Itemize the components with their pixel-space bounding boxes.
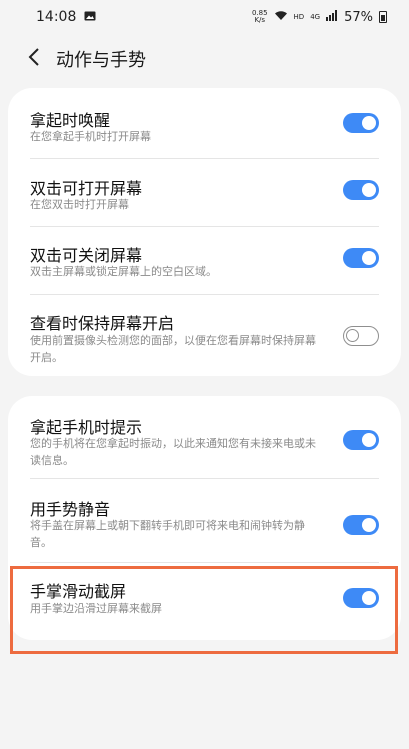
gallery-notification-icon [84, 9, 96, 25]
double-tap-on-toggle[interactable] [343, 180, 379, 200]
back-arrow-icon[interactable] [28, 47, 40, 71]
setting-lift-alert[interactable]: 拿起手机时提示 您的手机将在您拿起时振动，以此来通知您有未接来电或未读信息。 [8, 396, 401, 478]
gesture-mute-toggle[interactable] [343, 515, 379, 535]
keep-screen-on-toggle[interactable] [343, 326, 379, 346]
setting-desc: 在您拿起手机时打开屏幕 [30, 130, 151, 143]
setting-keep-screen-on[interactable]: 查看时保持屏幕开启 使用前置摄像头检测您的面部，以便在您看屏幕时保持屏幕开启。 [8, 294, 401, 376]
setting-gesture-mute[interactable]: 用手势静音 将手盖在屏幕上或朝下翻转手机即可将来电和闹钟转为静音。 [8, 478, 401, 562]
wifi-icon [274, 10, 288, 25]
double-tap-off-toggle[interactable] [343, 248, 379, 268]
setting-lift-to-wake[interactable]: 拿起时唤醒 在您拿起手机时打开屏幕 [8, 88, 401, 158]
settings-group-1: 拿起时唤醒 在您拿起手机时打开屏幕 双击可打开屏幕 在您双击时打开屏幕 双击可关… [8, 88, 401, 376]
status-time: 14:08 [36, 9, 77, 25]
battery-icon [379, 11, 387, 23]
network-speed: 0.85 K/s [251, 9, 268, 24]
highlight-box [10, 566, 398, 654]
page-header: 动作与手势 [0, 38, 409, 80]
lift-alert-toggle[interactable] [343, 430, 379, 450]
lift-to-wake-toggle[interactable] [343, 113, 379, 133]
page-title: 动作与手势 [56, 50, 146, 71]
signal-icon [326, 9, 338, 25]
setting-double-tap-off[interactable]: 双击可关闭屏幕 双击主屏幕或锁定屏幕上的空白区域。 [8, 226, 401, 294]
status-bar: 14:08 0.85 K/s HD 4G 57% [0, 0, 409, 34]
setting-desc: 您的手机将在您拿起时振动，以此来通知您有未接来电或未读信息。 [30, 437, 316, 467]
network-type: 4G [310, 13, 321, 21]
setting-desc: 在您双击时打开屏幕 [30, 198, 129, 211]
setting-desc: 使用前置摄像头检测您的面部，以便在您看屏幕时保持屏幕开启。 [30, 334, 316, 364]
battery-percent: 57% [344, 9, 373, 25]
setting-double-tap-on[interactable]: 双击可打开屏幕 在您双击时打开屏幕 [8, 158, 401, 226]
hd-badge: HD [293, 13, 305, 21]
setting-desc: 将手盖在屏幕上或朝下翻转手机即可将来电和闹钟转为静音。 [30, 519, 305, 549]
setting-label: 查看时保持屏幕开启 [30, 314, 175, 333]
setting-desc: 双击主屏幕或锁定屏幕上的空白区域。 [30, 265, 217, 278]
